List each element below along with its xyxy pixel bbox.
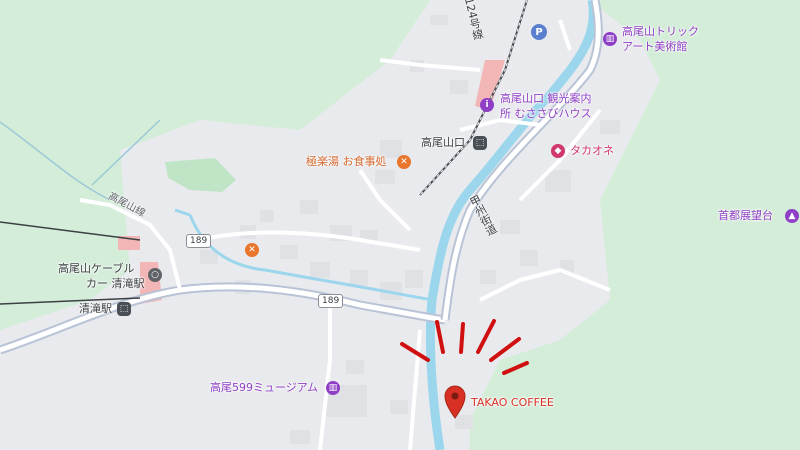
takaosanguchi-station-label[interactable]: 高尾山口 <box>421 136 465 150</box>
tourist-info-label-1[interactable]: 高尾山口 観光案内 <box>500 92 592 106</box>
trick-art-label-2[interactable]: アート美術館 <box>622 40 687 54</box>
gokuraku-label[interactable]: 極楽湯 お食事処 <box>306 155 387 169</box>
cable-car-label-2[interactable]: カー 清滝駅 <box>86 277 145 291</box>
map-view[interactable]: ⬚ 高尾山口 ⬚ 清滝駅 P ▥ 高尾山トリック アート美術館 i 高尾山口 観… <box>0 0 800 450</box>
parking-icon[interactable]: P <box>531 24 547 40</box>
route-shield: 189 <box>318 294 344 308</box>
shopping-icon[interactable]: ◆ <box>551 144 565 158</box>
route-shield: 189 <box>186 234 212 248</box>
museum-599-label[interactable]: 高尾599ミュージアム <box>210 381 318 395</box>
takaoone-label[interactable]: タカオネ <box>570 144 614 158</box>
takao-coffee-label[interactable]: TAKAO COFFEE <box>471 396 554 410</box>
shuto-tenbodai-label[interactable]: 首都展望台 <box>718 209 773 223</box>
museum-icon[interactable]: ▥ <box>603 32 617 46</box>
cable-car-label-1[interactable]: 高尾山ケーブル <box>58 262 134 276</box>
trick-art-label-1[interactable]: 高尾山トリック <box>622 25 699 39</box>
train-station-icon[interactable]: ⬚ <box>117 302 131 316</box>
tourist-info-label-2[interactable]: 所 むささびハウス <box>500 107 592 121</box>
kiyotaki-station-label[interactable]: 清滝駅 <box>79 302 112 316</box>
train-station-icon[interactable]: ⬚ <box>473 136 487 150</box>
restaurant-icon[interactable]: ✕ <box>245 243 259 257</box>
cable-car-icon[interactable]: ○ <box>148 268 162 282</box>
map-base-layer <box>0 0 800 450</box>
museum-icon[interactable]: ▥ <box>326 381 340 395</box>
info-icon[interactable]: i <box>480 98 494 112</box>
restaurant-icon[interactable]: ✕ <box>397 155 411 169</box>
viewpoint-icon[interactable]: ▲ <box>785 209 799 223</box>
